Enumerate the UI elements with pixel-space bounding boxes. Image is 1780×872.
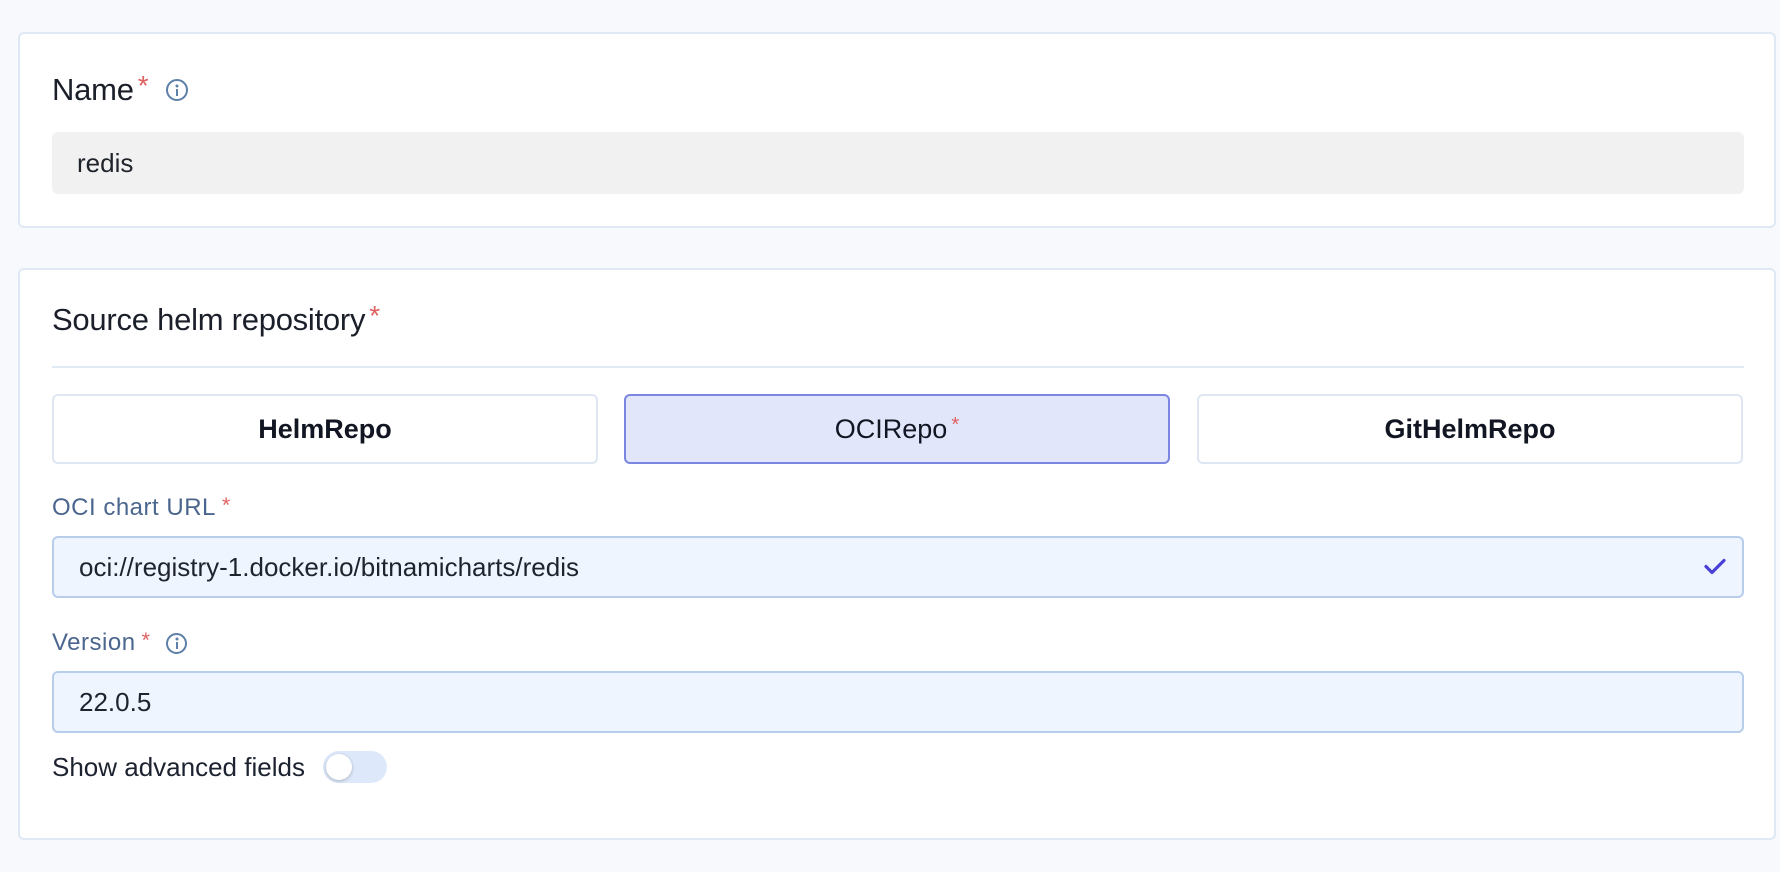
name-input[interactable]: redis [52,132,1744,194]
required-marker: * [951,413,960,436]
required-marker: * [137,70,149,101]
required-marker: * [369,300,380,331]
tab-label: HelmRepo [258,413,392,444]
advanced-fields-toggle[interactable] [322,751,387,783]
toggle-knob [325,754,352,780]
check-icon [1704,552,1726,583]
oci-url-value: oci://registry-1.docker.io/bitnamicharts… [79,551,579,582]
version-label: Version * [52,627,188,657]
tab-helmrepo[interactable]: HelmRepo [52,394,598,464]
name-heading: Name * [52,70,189,108]
oci-url-label-text: OCI chart URL [52,494,216,521]
version-input[interactable]: 22.0.5 [52,671,1744,733]
source-helm-repository-card: Source helm repository * HelmRepo OCIRep… [18,268,1776,840]
version-value: 22.0.5 [79,686,152,717]
advanced-fields-label: Show advanced fields [52,751,305,782]
advanced-fields-row: Show advanced fields [52,751,387,783]
required-marker: * [221,492,231,517]
tab-githelmrepo[interactable]: GitHelmRepo [1197,394,1743,464]
required-marker: * [141,627,151,652]
oci-chart-url-input[interactable]: oci://registry-1.docker.io/bitnamicharts… [52,536,1744,598]
version-label-text: Version [52,629,136,656]
tab-label: OCIRepo [834,413,948,444]
section-divider [52,366,1744,368]
name-card: Name * redis [18,32,1776,228]
info-icon[interactable] [166,632,188,654]
name-title: Name [52,72,134,107]
tab-label: GitHelmRepo [1384,413,1556,444]
info-icon[interactable] [166,79,189,101]
name-value: redis [77,147,134,178]
tab-ocirepo[interactable]: OCIRepo * [624,394,1170,464]
source-title: Source helm repository [52,302,366,337]
source-heading: Source helm repository * [52,300,380,338]
oci-url-label: OCI chart URL * [52,492,231,522]
